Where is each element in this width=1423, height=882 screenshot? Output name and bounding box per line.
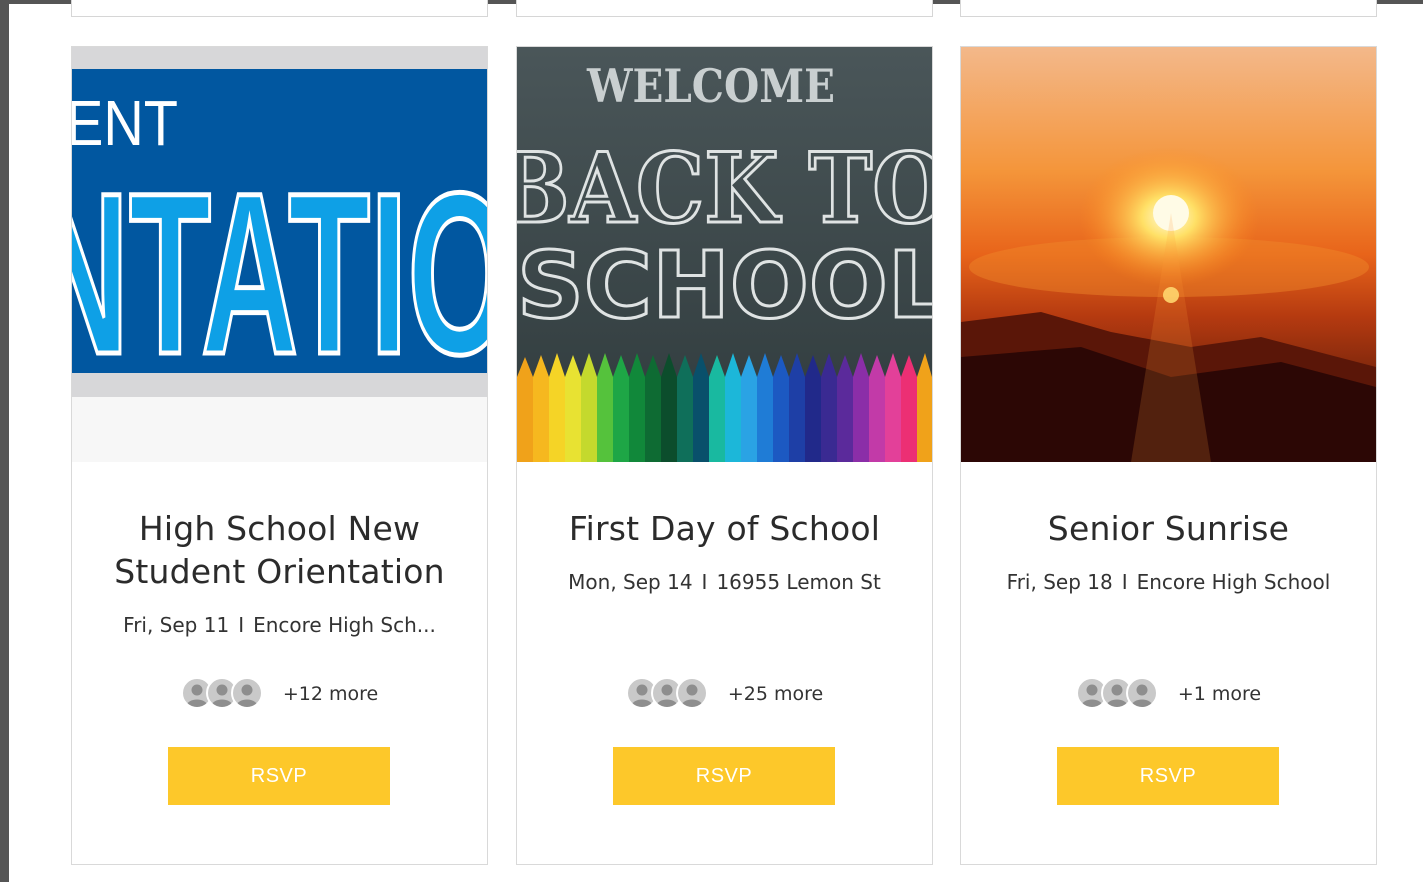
guest-list[interactable]: +25 more <box>517 676 932 712</box>
event-card-senior-sunrise[interactable]: Senior Sunrise Fri, Sep 18 I Encore High S… <box>960 46 1377 865</box>
person-placeholder-icon <box>230 677 263 709</box>
previous-card-bottom <box>516 0 933 17</box>
guest-list[interactable]: +12 more <box>72 676 487 712</box>
event-date: Fri, Sep 11 <box>123 613 230 637</box>
guests-more-count: +12 more <box>282 683 379 705</box>
event-location: Encore High Sch... <box>253 613 436 637</box>
event-location: Encore High School <box>1136 570 1331 594</box>
event-meta: Fri, Sep 18 I Encore High School <box>971 570 1366 594</box>
event-title[interactable]: High School New Student Orientation <box>92 507 467 593</box>
orientation-text-large: NTATIO <box>72 145 487 402</box>
guests-more-count: +25 more <box>727 683 824 705</box>
event-meta: Fri, Sep 11 I Encore High Sch... <box>82 613 477 637</box>
rsvp-button[interactable]: RSVP <box>1057 747 1279 805</box>
person-placeholder-icon <box>675 677 708 709</box>
previous-card-bottom <box>71 0 488 17</box>
chalk-back-to: BACK TO <box>517 132 932 245</box>
event-card-orientation[interactable]: ENT NTATIO High School New Student Orien… <box>71 46 488 865</box>
event-title[interactable]: Senior Sunrise <box>981 507 1356 550</box>
guest-list[interactable]: +1 more <box>961 676 1376 712</box>
event-image-sunrise[interactable] <box>961 47 1376 462</box>
event-meta: Mon, Sep 14 I 16955 Lemon St <box>527 570 922 594</box>
event-date: Fri, Sep 18 <box>1006 570 1113 594</box>
event-date: Mon, Sep 14 <box>568 570 693 594</box>
event-location: 16955 Lemon St <box>716 570 881 594</box>
separator: I <box>1121 570 1128 594</box>
chalk-welcome: WELCOME <box>586 59 835 113</box>
chalk-school: SCHOOL <box>517 232 932 339</box>
separator: I <box>701 570 708 594</box>
person-placeholder-icon <box>1125 677 1158 709</box>
rsvp-button[interactable]: RSVP <box>613 747 835 805</box>
guests-more-count: +1 more <box>1177 683 1262 705</box>
event-image-back-to-school[interactable]: WELCOME BACK TO SCHOOL <box>517 47 932 462</box>
previous-card-bottom <box>960 0 1377 17</box>
event-card-first-day[interactable]: WELCOME BACK TO SCHOOL First Day of Scho… <box>516 46 933 865</box>
window-frame-left <box>0 0 9 882</box>
separator: I <box>238 613 245 637</box>
event-title[interactable]: First Day of School <box>537 507 912 550</box>
rsvp-button[interactable]: RSVP <box>168 747 390 805</box>
event-image-orientation[interactable]: ENT NTATIO <box>72 47 487 462</box>
